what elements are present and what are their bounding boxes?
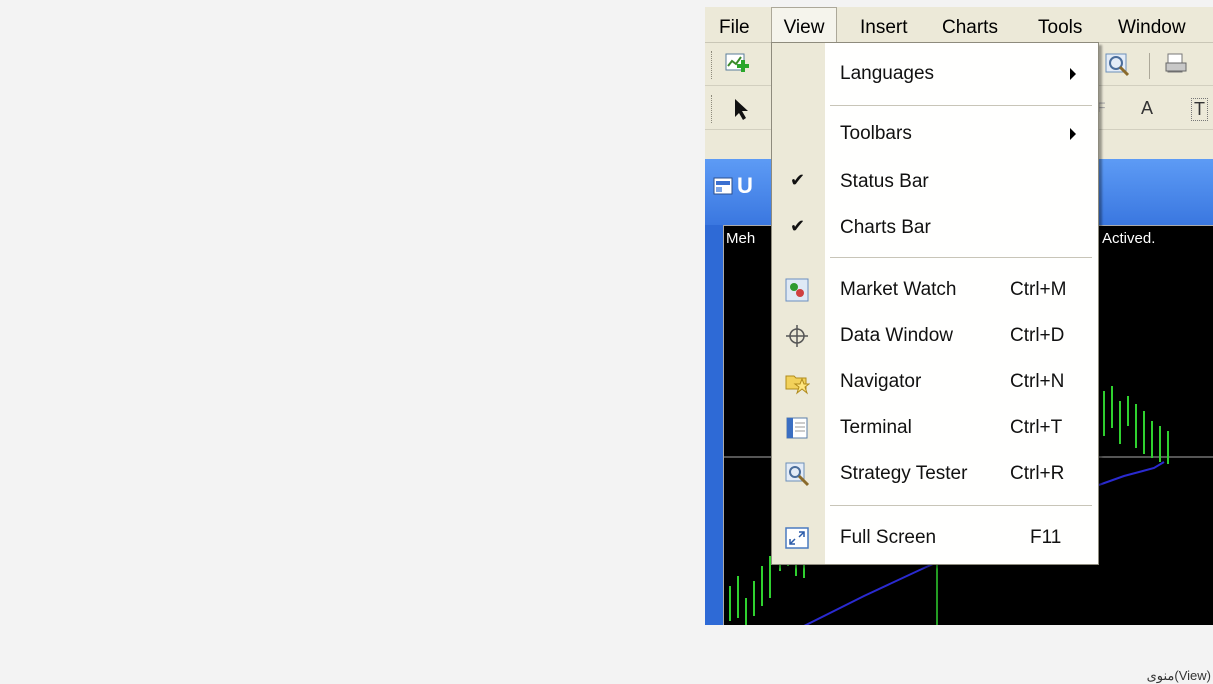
- menu-item-navigator[interactable]: Navigator Ctrl+N: [772, 361, 1098, 403]
- menu-window[interactable]: Window: [1118, 7, 1186, 42]
- menu-item-shortcut: Ctrl+R: [1010, 463, 1065, 484]
- menu-item-shortcut: F11: [1030, 527, 1062, 548]
- menu-separator: [830, 105, 1092, 106]
- menu-item-languages[interactable]: Languages: [772, 53, 1098, 95]
- menu-item-label: Navigator: [840, 371, 922, 392]
- menu-separator: [830, 257, 1092, 258]
- menu-item-label: Toolbars: [840, 123, 912, 144]
- menu-item-data-window[interactable]: Data Window Ctrl+D: [772, 315, 1098, 357]
- menu-item-label: Languages: [840, 63, 935, 84]
- check-icon: ✔: [790, 216, 806, 236]
- toolbar-separator: [1149, 53, 1150, 79]
- menu-item-market-watch[interactable]: Market Watch Ctrl+M: [772, 269, 1098, 311]
- view-menu-dropdown: Languages Toolbars ✔ Status Bar ✔ Charts…: [771, 42, 1099, 565]
- menu-item-shortcut: Ctrl+D: [1010, 325, 1065, 346]
- menu-item-charts-bar[interactable]: ✔ Charts Bar: [772, 207, 1098, 249]
- menu-item-label: Market Watch: [840, 279, 957, 300]
- menu-item-label: Terminal: [840, 417, 912, 438]
- menu-view[interactable]: View: [771, 7, 837, 43]
- chart-window-icon: [713, 177, 733, 195]
- menu-bar: File View Insert Charts Tools Window: [705, 7, 1213, 43]
- check-icon: ✔: [790, 170, 806, 190]
- menu-item-status-bar[interactable]: ✔ Status Bar: [772, 161, 1098, 203]
- menu-item-toolbars[interactable]: Toolbars: [772, 113, 1098, 155]
- navigator-folder-star-icon: [785, 375, 810, 395]
- terminal-icon: [786, 417, 808, 439]
- cursor-icon[interactable]: [727, 95, 755, 123]
- menu-item-label: Status Bar: [840, 171, 929, 192]
- crosshair-icon: [786, 325, 808, 347]
- toolbar-grip-2[interactable]: [711, 95, 715, 123]
- menu-item-strategy-tester[interactable]: Strategy Tester Ctrl+R: [772, 453, 1098, 495]
- menu-item-terminal[interactable]: Terminal Ctrl+T: [772, 407, 1098, 449]
- menu-item-shortcut: Ctrl+M: [1010, 279, 1067, 300]
- menu-item-shortcut: Ctrl+N: [1010, 371, 1065, 392]
- image-caption: منوی(View): [1146, 668, 1211, 683]
- text-label-tool-icon[interactable]: T: [1191, 98, 1208, 121]
- menu-item-label: Full Screen: [840, 527, 937, 548]
- menu-item-label: Strategy Tester: [840, 463, 968, 484]
- text-tool-icon[interactable]: A: [1141, 98, 1153, 119]
- menu-file[interactable]: File: [719, 7, 750, 42]
- menu-tools[interactable]: Tools: [1038, 7, 1082, 42]
- strategy-tester-icon: [785, 462, 810, 487]
- print-icon[interactable]: [1163, 51, 1191, 79]
- strategy-tester-toolbar-icon[interactable]: [1104, 51, 1132, 79]
- menu-item-full-screen[interactable]: Full Screen F11: [772, 517, 1098, 559]
- menu-item-shortcut: Ctrl+T: [1010, 417, 1063, 438]
- menu-item-label: Charts Bar: [840, 217, 931, 238]
- menu-charts[interactable]: Charts: [942, 7, 998, 42]
- chart-window-title: U: [737, 173, 753, 198]
- toolbar-grip[interactable]: [711, 51, 715, 79]
- menu-item-label: Data Window: [840, 325, 953, 346]
- full-screen-icon: [785, 527, 809, 549]
- new-chart-icon[interactable]: [723, 51, 751, 79]
- submenu-arrow-icon: [1070, 68, 1076, 80]
- market-watch-icon: [785, 278, 809, 302]
- submenu-arrow-icon: [1070, 128, 1076, 140]
- menu-separator: [830, 505, 1092, 506]
- menu-insert[interactable]: Insert: [860, 7, 908, 42]
